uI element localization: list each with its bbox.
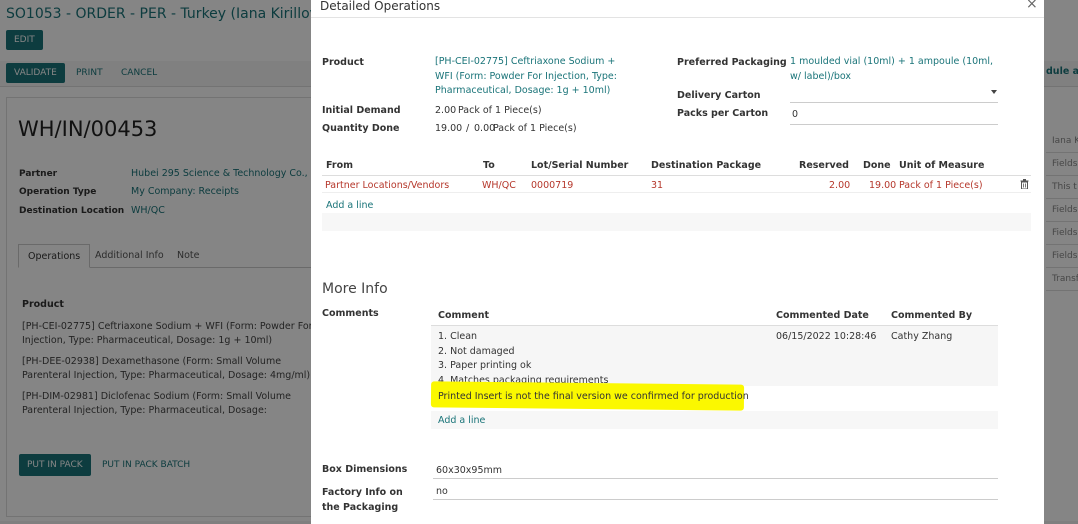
cell-to: WH/QC xyxy=(482,180,516,191)
column-header-to[interactable]: To xyxy=(483,160,495,171)
comment-line: 2. Not damaged xyxy=(438,346,515,357)
column-header-commented-date[interactable]: Commented Date xyxy=(776,310,869,321)
dialog-header-divider xyxy=(311,17,1044,18)
column-header-comment[interactable]: Comment xyxy=(438,310,489,321)
initial-demand-uom[interactable]: Pack of 1 Piece(s) xyxy=(458,105,542,116)
quantity-done-separator: / xyxy=(466,123,470,134)
preferred-packaging-value[interactable]: 1 moulded vial (10ml) + 1 ampoule (10ml,… xyxy=(790,55,1000,84)
detailed-operations-dialog: Detailed Operations × Product [PH-CEI-02… xyxy=(311,0,1044,524)
product-value[interactable]: [PH-CEI-02775] Ceftriaxone Sodium + WFI … xyxy=(435,55,635,99)
cell-reserved: 2.00 xyxy=(829,180,851,191)
close-icon[interactable]: × xyxy=(1026,0,1038,12)
packs-per-carton-underline xyxy=(790,124,998,125)
cell-package: 31 xyxy=(651,180,664,191)
cell-lot: 0000719 xyxy=(531,180,574,191)
factory-info-underline xyxy=(433,499,998,500)
column-header-destination-package[interactable]: Destination Package xyxy=(651,160,761,171)
box-dimensions-field[interactable]: 60x30x95mm xyxy=(436,465,502,476)
product-label: Product xyxy=(322,57,364,68)
more-info-section-title: More Info xyxy=(322,281,388,297)
quantity-done-label: Quantity Done xyxy=(322,123,400,134)
comments-footer xyxy=(431,411,998,429)
initial-demand-qty: 2.00 xyxy=(435,105,457,116)
column-header-reserved[interactable]: Reserved xyxy=(799,160,849,171)
commented-by-cell: Cathy Zhang xyxy=(891,331,953,342)
quantity-done-uom[interactable]: Pack of 1 Piece(s) xyxy=(493,123,577,134)
column-header-uom[interactable]: Unit of Measure xyxy=(899,160,984,171)
comment-line: 3. Paper printing ok xyxy=(438,360,532,371)
column-header-from[interactable]: From xyxy=(326,160,353,171)
packs-per-carton-field[interactable]: 0 xyxy=(792,109,798,120)
preferred-packaging-label: Preferred Packaging xyxy=(677,57,787,68)
initial-demand-label: Initial Demand xyxy=(322,105,401,116)
factory-info-field[interactable]: no xyxy=(436,486,448,497)
add-a-line-link[interactable]: Add a line xyxy=(326,200,373,211)
box-dimensions-label: Box Dimensions xyxy=(322,464,408,475)
cell-uom: Pack of 1 Piece(s) xyxy=(899,180,983,191)
box-dimensions-underline xyxy=(433,478,998,479)
table-row[interactable]: Printed Insert is not the final version … xyxy=(438,391,749,402)
trash-icon[interactable] xyxy=(1020,179,1029,189)
comment-line: 1. Clean xyxy=(438,331,478,342)
comments-label: Comments xyxy=(322,308,379,319)
column-header-lot[interactable]: Lot/Serial Number xyxy=(531,160,628,171)
quantity-done-qty[interactable]: 19.00 xyxy=(435,123,462,134)
cell-done: 19.00 xyxy=(869,180,897,191)
table-footer xyxy=(322,213,1031,231)
column-header-done[interactable]: Done xyxy=(863,160,891,171)
delivery-carton-label: Delivery Carton xyxy=(677,90,761,101)
quantity-reserved: 0.00 xyxy=(474,123,496,134)
dialog-title: Detailed Operations xyxy=(320,0,441,13)
row-divider xyxy=(322,192,1031,193)
factory-info-label: Factory Info on the Packaging xyxy=(322,487,403,513)
chevron-down-icon[interactable] xyxy=(991,90,997,94)
table-row[interactable]: 1. Clean 2. Not damaged 3. Paper printin… xyxy=(431,326,998,386)
column-header-commented-by[interactable]: Commented By xyxy=(891,310,972,321)
table-header-divider xyxy=(322,175,1031,176)
packs-per-carton-label: Packs per Carton xyxy=(677,108,769,119)
commented-date-cell: 06/15/2022 10:28:46 xyxy=(776,331,877,342)
add-a-line-link[interactable]: Add a line xyxy=(438,415,485,426)
cell-from: Partner Locations/Vendors xyxy=(325,180,450,191)
delivery-carton-underline xyxy=(790,102,998,103)
